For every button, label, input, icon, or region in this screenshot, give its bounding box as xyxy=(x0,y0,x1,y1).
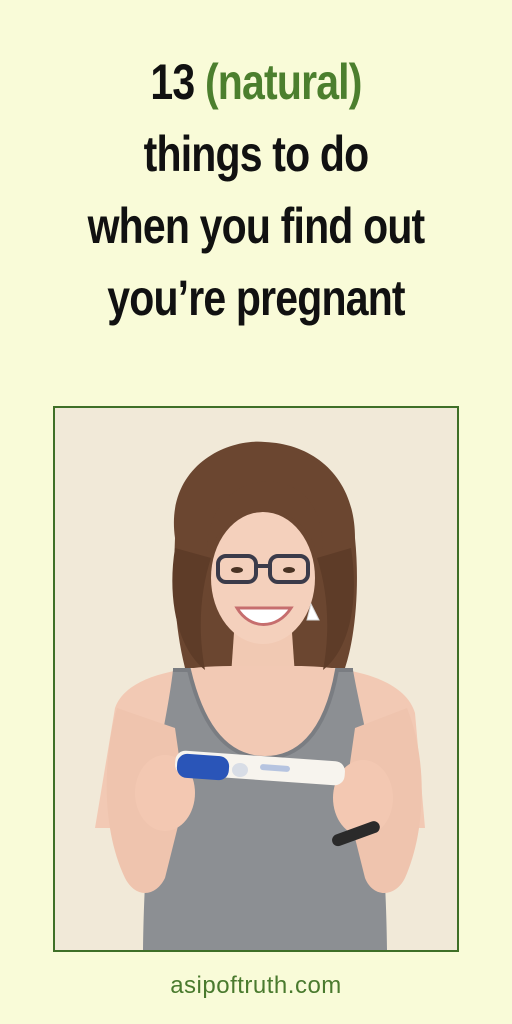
headline-line-3: when you find out xyxy=(87,198,426,254)
headline-line-1: 13 (natural) xyxy=(46,46,466,118)
photo-frame xyxy=(53,406,459,952)
headline-line-2: things to do xyxy=(143,126,370,182)
site-url: asipoftruth.com xyxy=(170,972,342,999)
headline-line-4: you’re pregnant xyxy=(107,270,405,326)
photo-woman-holding-pregnancy-test xyxy=(55,408,457,950)
headline: 13 (natural) things to do when you find … xyxy=(46,46,466,334)
headline-accent: (natural) xyxy=(204,54,362,110)
headline-number: 13 xyxy=(150,54,195,110)
